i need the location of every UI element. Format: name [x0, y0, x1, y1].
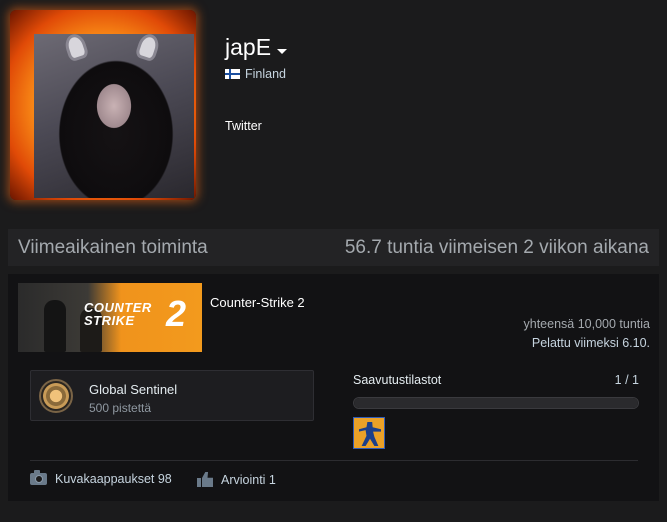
- avatar: [34, 34, 194, 198]
- soldier-figure: [44, 300, 66, 352]
- steam-profile-page: japE Finland Twitter Viimeaikainen toimi…: [0, 0, 667, 522]
- recent-activity-header: Viimeaikainen toiminta 56.7 tuntia viime…: [8, 229, 659, 266]
- achievements-progress-fill: [354, 398, 638, 408]
- country: Finland: [225, 67, 286, 81]
- screenshots-count: Kuvakaappaukset 98: [55, 472, 172, 486]
- finland-flag-icon: [225, 69, 240, 79]
- counter-terrorist-icon[interactable]: [353, 417, 385, 449]
- medal-icon: [39, 379, 73, 413]
- badge-points: 500 pistettä: [89, 401, 152, 415]
- game-badge[interactable]: Global Sentinel 500 pistettä: [30, 370, 314, 421]
- game-banner[interactable]: COUNTER STRIKE 2: [18, 283, 202, 352]
- achievements-progress-bar: [353, 397, 639, 409]
- recent-activity-hours: 56.7 tuntia viimeisen 2 viikon aikana: [344, 236, 649, 258]
- chevron-down-icon: [277, 49, 288, 54]
- game-last-played: Pelattu viimeksi 6.10.: [531, 336, 650, 350]
- game-card: COUNTER STRIKE 2 Counter-Strike 2 yhteen…: [8, 274, 659, 501]
- achievements-count: 1 / 1: [614, 373, 639, 387]
- camera-icon: [30, 470, 47, 485]
- divider: [30, 460, 638, 461]
- game-total-playtime: yhteensä 10,000 tuntia: [523, 317, 651, 331]
- thumbs-up-icon: [197, 472, 213, 487]
- banner-title: COUNTER STRIKE: [84, 301, 152, 327]
- twitter-link[interactable]: Twitter: [225, 119, 262, 133]
- screenshots-link[interactable]: Kuvakaappaukset 98: [30, 470, 172, 486]
- banner-title-line2: STRIKE: [84, 313, 135, 328]
- game-name-link[interactable]: Counter-Strike 2: [210, 295, 305, 310]
- username-dropdown[interactable]: japE: [225, 34, 288, 61]
- achievements-label[interactable]: Saavutustilastot: [353, 373, 441, 387]
- country-name: Finland: [245, 67, 286, 81]
- avatar-frame[interactable]: [10, 10, 196, 200]
- username: japE: [225, 34, 272, 60]
- recent-activity-title: Viimeaikainen toiminta: [18, 236, 208, 258]
- reviews-count: Arviointi 1: [221, 472, 276, 487]
- banner-number: 2: [166, 293, 187, 334]
- badge-name: Global Sentinel: [89, 382, 178, 397]
- reviews-link[interactable]: Arviointi 1: [197, 472, 276, 487]
